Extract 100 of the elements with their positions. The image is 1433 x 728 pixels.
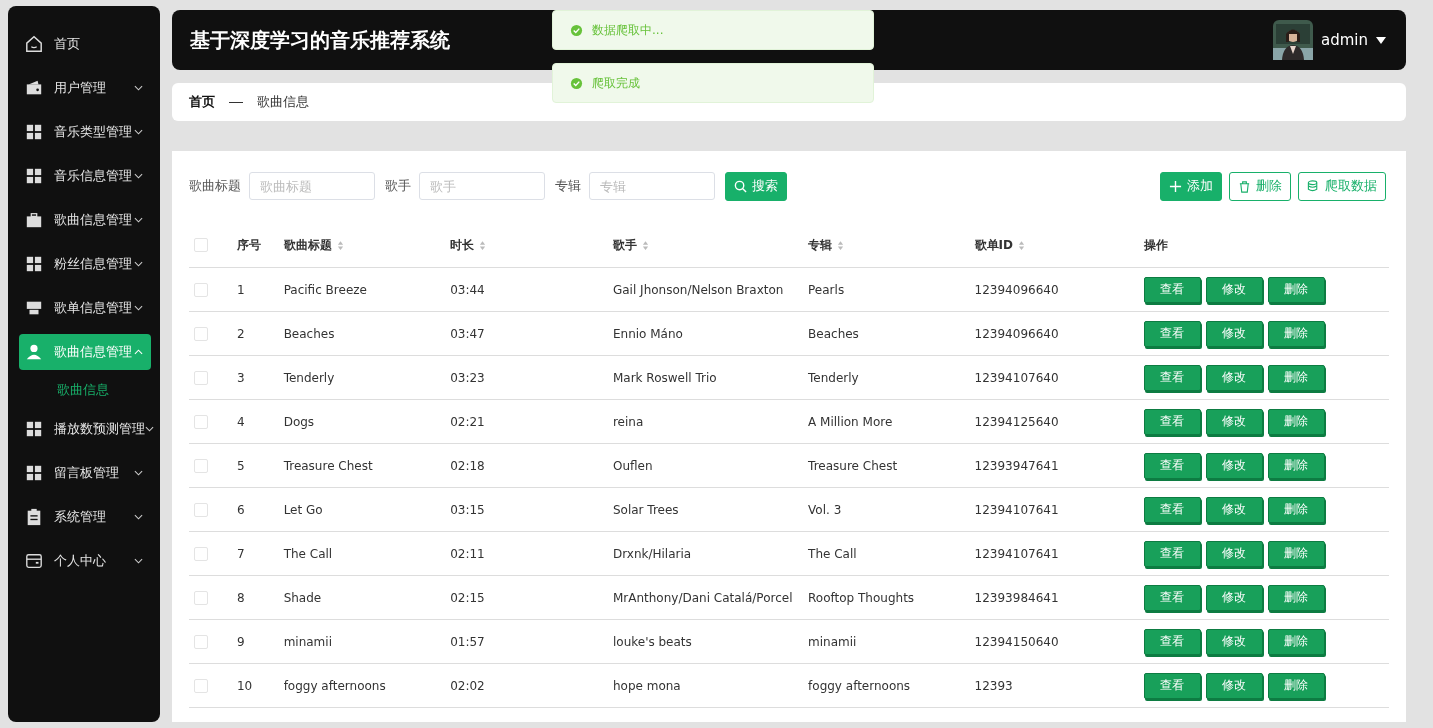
chevron-icon (134, 349, 143, 355)
column-header[interactable]: 操作 (1143, 236, 1168, 254)
checkbox[interactable] (194, 590, 208, 605)
table-cell: The Call (808, 546, 857, 561)
sort-icon[interactable] (837, 239, 845, 251)
card-icon (25, 552, 43, 570)
search-field[interactable]: 歌曲标题 (249, 172, 375, 200)
column-header[interactable]: 专辑 (808, 236, 845, 254)
table-cell: Drxnk/Hilaria (612, 546, 692, 561)
table-cell: 3 (237, 370, 245, 385)
table-cell: 1 (237, 282, 245, 297)
row-action-button[interactable]: 修改 (1205, 540, 1263, 567)
sort-icon[interactable] (641, 239, 649, 251)
table-cell: Rooftop Thoughts (808, 590, 915, 605)
row-action-button[interactable]: 查看 (1143, 584, 1201, 611)
checkbox[interactable] (194, 326, 208, 341)
row-action-button[interactable]: 查看 (1143, 408, 1201, 435)
row-action-button[interactable]: 删除 (1267, 584, 1325, 611)
trash-icon (1238, 179, 1251, 193)
fetch-data-button[interactable]: 爬取数据 (1298, 171, 1386, 201)
row-action-button[interactable]: 删除 (1267, 408, 1325, 435)
row-action-button[interactable]: 查看 (1143, 496, 1201, 523)
table-cell: hope mona (612, 678, 681, 693)
checkbox[interactable] (194, 370, 208, 385)
row-action-button[interactable]: 查看 (1143, 320, 1201, 347)
sort-icon[interactable] (1018, 239, 1025, 251)
row-action-button[interactable]: 修改 (1205, 628, 1263, 655)
checkbox[interactable] (194, 502, 208, 517)
user-menu[interactable]: admin (1321, 31, 1368, 49)
table-cell: 12394150640 (974, 634, 1059, 649)
checkbox[interactable] (194, 282, 208, 297)
table-cell: 7 (237, 546, 245, 561)
nav-item[interactable]: 音乐类型管理 (19, 114, 151, 150)
nav-item[interactable]: 音乐信息管理 (19, 158, 151, 194)
table-cell: 12393984641 (974, 590, 1059, 605)
column-header[interactable]: 歌曲标题 (283, 236, 344, 254)
row-action-button[interactable]: 删除 (1267, 496, 1325, 523)
sort-icon[interactable] (479, 239, 487, 251)
table-cell: foggy afternoons (283, 678, 386, 693)
nav-item[interactable]: 歌曲信息管理 (19, 202, 151, 238)
checkbox[interactable] (194, 458, 208, 473)
column-header[interactable]: 歌单ID (974, 236, 1025, 254)
plus-icon (1169, 179, 1182, 193)
table-cell: 02:15 (450, 590, 485, 605)
nav-item[interactable]: 用户管理 (19, 70, 151, 106)
checkbox[interactable] (194, 546, 208, 561)
breadcrumb-item[interactable]: 首页 (189, 93, 215, 111)
search-field[interactable]: 专辑 (589, 172, 715, 200)
row-action-button[interactable]: 修改 (1205, 320, 1263, 347)
table-cell: 12394125640 (974, 414, 1059, 429)
row-action-button[interactable]: 修改 (1205, 364, 1263, 391)
table-cell: 8 (237, 590, 245, 605)
column-header[interactable]: 歌手 (612, 236, 649, 254)
caret-icon[interactable] (1376, 36, 1386, 44)
nav-item[interactable]: 留言板管理 (19, 455, 151, 491)
row-action-button[interactable]: 修改 (1205, 584, 1263, 611)
add-button[interactable]: 添加 (1160, 171, 1222, 201)
nav-item[interactable]: 粉丝信息管理 (19, 246, 151, 282)
store-icon (25, 299, 43, 317)
row-action-button[interactable]: 删除 (1267, 452, 1325, 479)
row-action-button[interactable]: 修改 (1205, 408, 1263, 435)
nav-item[interactable]: 个人中心 (19, 543, 151, 579)
search-field[interactable]: 歌手 (419, 172, 545, 200)
row-action-button[interactable]: 查看 (1143, 452, 1201, 479)
nav-item[interactable]: 播放数预测管理 (19, 411, 151, 447)
row-action-button[interactable]: 删除 (1267, 276, 1325, 303)
row-action-button[interactable]: 查看 (1143, 540, 1201, 567)
checkbox[interactable] (194, 238, 208, 253)
row-action-button[interactable]: 查看 (1143, 672, 1201, 699)
row-action-button[interactable]: 删除 (1267, 672, 1325, 699)
sort-icon[interactable] (336, 239, 344, 251)
nav-item[interactable]: 歌单信息管理 (19, 290, 151, 326)
breadcrumb-item[interactable]: 歌曲信息 (257, 93, 309, 111)
nav-subitem[interactable]: 歌曲信息 (19, 378, 160, 403)
checkbox[interactable] (194, 678, 208, 693)
checkbox[interactable] (194, 634, 208, 649)
search-button[interactable]: 搜索 (725, 171, 787, 201)
row-action-button[interactable]: 修改 (1205, 452, 1263, 479)
database-icon (1307, 179, 1320, 193)
row-action-button[interactable]: 删除 (1267, 540, 1325, 567)
row-action-button[interactable]: 删除 (1267, 320, 1325, 347)
nav-item[interactable]: 系统管理 (19, 499, 151, 535)
column-header[interactable]: 时长 (450, 236, 487, 254)
row-action-button[interactable]: 删除 (1267, 364, 1325, 391)
delete-button[interactable]: 删除 (1229, 171, 1291, 201)
checkbox[interactable] (194, 414, 208, 429)
nav-item[interactable]: 歌曲信息管理 (19, 334, 151, 370)
table-cell: Ouflen (612, 458, 653, 473)
row-action-button[interactable]: 查看 (1143, 628, 1201, 655)
table-cell: 12393 (974, 678, 1013, 693)
column-header[interactable]: 序号 (237, 236, 261, 254)
table-cell: Dogs (283, 414, 315, 429)
row-action-button[interactable]: 修改 (1205, 276, 1263, 303)
row-action-button[interactable]: 修改 (1205, 672, 1263, 699)
row-action-button[interactable]: 修改 (1205, 496, 1263, 523)
row-action-button[interactable]: 查看 (1143, 276, 1201, 303)
row-action-button[interactable]: 删除 (1267, 628, 1325, 655)
row-action-button[interactable]: 查看 (1143, 364, 1201, 391)
nav-item[interactable]: 首页 (19, 26, 151, 62)
table-cell: A Million More (808, 414, 893, 429)
